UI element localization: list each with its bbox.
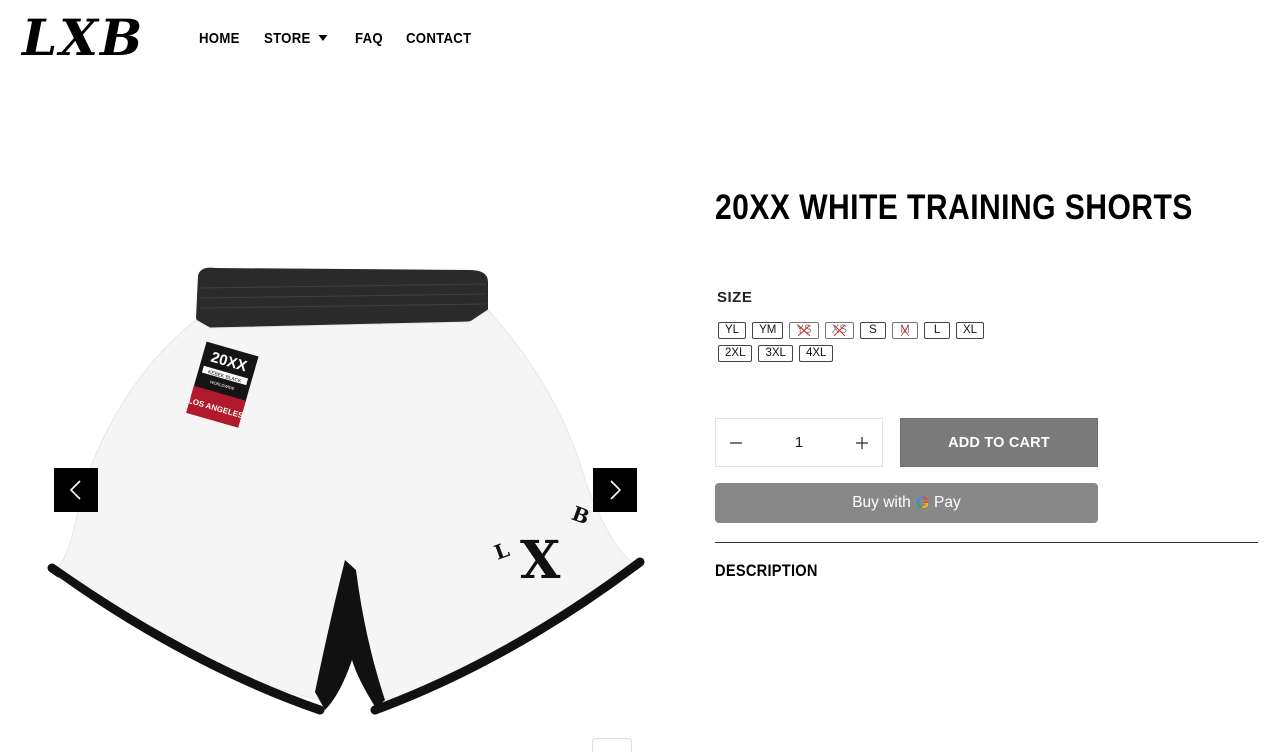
google-g-icon: G xyxy=(915,493,930,512)
chevron-right-icon xyxy=(610,480,622,500)
size-options-row: 2XL 3XL 4XL xyxy=(718,345,834,362)
gpay-prefix: Buy with xyxy=(852,494,911,511)
nav-item-faq[interactable]: FAQ xyxy=(355,30,383,47)
quantity-increase-button[interactable] xyxy=(842,419,882,466)
section-divider xyxy=(715,542,1258,543)
nav-item-home[interactable]: HOME xyxy=(199,30,240,47)
gallery-next-button[interactable] xyxy=(593,468,637,512)
size-option[interactable]: 4XL xyxy=(798,345,834,362)
size-option[interactable]: 2XL xyxy=(718,345,753,362)
site-header: LXB HOME STORE FAQ CONTACT xyxy=(0,0,1280,80)
nav-item-label: STORE xyxy=(264,29,311,47)
size-option-unavailable[interactable]: XS xyxy=(824,322,855,339)
size-option-unavailable[interactable]: M xyxy=(892,322,919,339)
size-label: SIZE xyxy=(717,289,753,306)
minus-icon xyxy=(730,441,742,444)
size-option-unavailable[interactable]: YS xyxy=(789,322,819,339)
size-option[interactable]: 3XL xyxy=(758,345,793,362)
add-to-cart-button[interactable]: ADD TO CART xyxy=(900,418,1098,467)
size-options-row: YL YM YS XS S M L XL xyxy=(718,322,985,339)
size-option[interactable]: L xyxy=(924,322,951,339)
size-option[interactable]: S xyxy=(860,322,887,339)
nav-item-label: CONTACT xyxy=(405,29,472,47)
quantity-decrease-button[interactable] xyxy=(716,419,756,466)
size-option[interactable]: YL xyxy=(718,322,747,339)
plus-icon xyxy=(856,436,868,449)
description-toggle[interactable]: DESCRIPTION xyxy=(715,561,818,581)
product-title: 20XX WHITE TRAINING SHORTS xyxy=(715,188,1193,227)
product-gallery: 20XX KEBEK BLACK WORLDWIDE LOS ANGELES L… xyxy=(40,240,650,750)
quantity-input[interactable]: 1 xyxy=(769,434,829,451)
nav-item-label: HOME xyxy=(199,29,240,47)
nav-item-store[interactable]: STORE xyxy=(264,29,328,47)
gpay-suffix: Pay xyxy=(934,494,961,511)
size-option[interactable]: XL xyxy=(956,322,985,339)
shorts-product-image: 20XX KEBEK BLACK WORLDWIDE LOS ANGELES L… xyxy=(47,267,645,717)
print-letter: X xyxy=(520,530,561,591)
main-nav: HOME STORE FAQ CONTACT xyxy=(199,27,480,49)
nav-item-contact[interactable]: CONTACT xyxy=(406,30,471,47)
caret-down-icon xyxy=(318,35,328,41)
quantity-stepper: 1 xyxy=(715,418,883,467)
gallery-prev-button[interactable] xyxy=(54,468,98,512)
google-pay-button[interactable]: Buy with G Pay xyxy=(715,483,1098,523)
chevron-left-icon xyxy=(69,480,81,500)
brand-logo[interactable]: LXB xyxy=(22,8,146,68)
nav-item-label: FAQ xyxy=(355,29,384,47)
size-option[interactable]: YM xyxy=(752,322,784,339)
